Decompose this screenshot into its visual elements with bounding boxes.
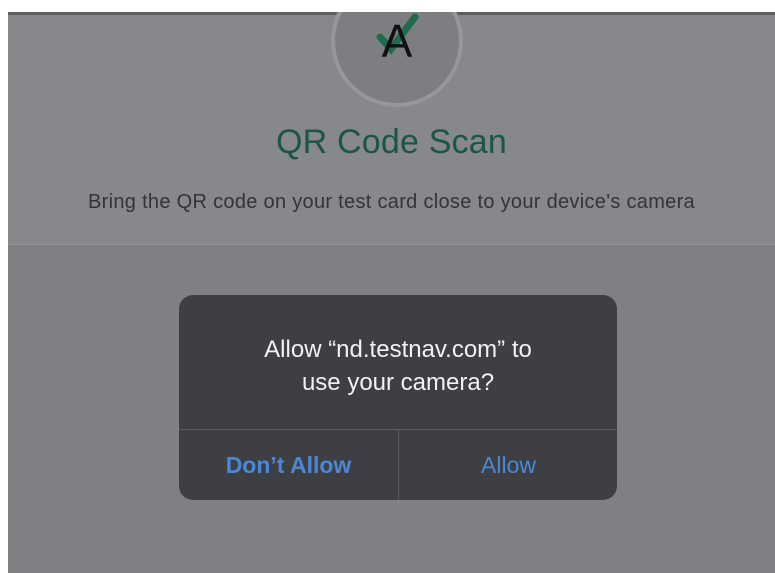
dont-allow-button[interactable]: Don’t Allow (179, 430, 398, 500)
logo-badge: A (331, 12, 463, 107)
camera-permission-dialog: Allow “nd.testnav.com” to use your camer… (179, 295, 617, 500)
dialog-message: Allow “nd.testnav.com” to use your camer… (209, 333, 587, 399)
logo-letter: A (382, 15, 413, 67)
dialog-message-line2: use your camera? (301, 369, 495, 396)
page-title: QR Code Scan (275, 123, 508, 161)
allow-button[interactable]: Allow (399, 430, 617, 500)
dialog-message-line1: Allow “nd.testnav.com” to (264, 336, 532, 363)
header-panel: A QR Code Scan Bring the QR code on your… (8, 12, 775, 245)
testnav-logo-icon: A (376, 13, 419, 67)
page-subtitle: Bring the QR code on your test card clos… (88, 191, 695, 213)
app-screen: A QR Code Scan Bring the QR code on your… (8, 12, 775, 573)
